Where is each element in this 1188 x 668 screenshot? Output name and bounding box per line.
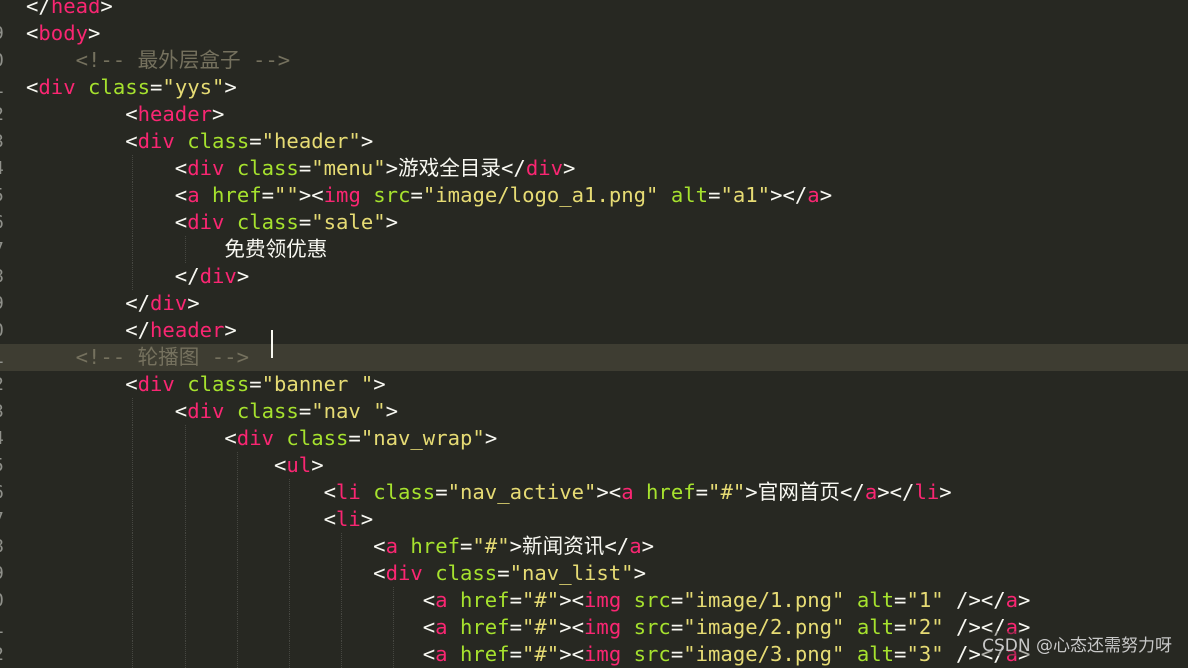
code-line[interactable]: 3 <div class="nav ">: [0, 398, 1188, 425]
code-line[interactable]: 1 <!-- 轮播图 -->: [0, 344, 1188, 371]
line-number: 4: [0, 425, 7, 452]
line-number: 1: [0, 344, 7, 371]
code-text: <li>: [26, 506, 373, 533]
code-line[interactable]: 0 <!-- 最外层盒子 -->: [0, 47, 1188, 74]
code-line[interactable]: 5 <ul>: [0, 452, 1188, 479]
watermark: CSDN @心态还需努力呀: [982, 631, 1172, 656]
code-text: <div class="nav_wrap">: [26, 425, 497, 452]
line-number: 3: [0, 128, 7, 155]
line-number: 5: [0, 182, 7, 209]
code-text: <a href="#"><img src="image/2.png" alt="…: [26, 614, 1030, 641]
code-line[interactable]: 8 </div>: [0, 263, 1188, 290]
code-line[interactable]: 9 <body>: [0, 20, 1188, 47]
code-text: <div class="nav_list">: [26, 560, 646, 587]
line-number: 4: [0, 155, 7, 182]
code-line[interactable]: 7 免费领优惠: [0, 236, 1188, 263]
line-number: 6: [0, 479, 7, 506]
code-text: <a href="#">新闻资讯</a>: [26, 533, 654, 560]
code-line[interactable]: 4 <div class="nav_wrap">: [0, 425, 1188, 452]
code-line[interactable]: 6 <div class="sale">: [0, 209, 1188, 236]
code-line[interactable]: 2 <div class="banner ">: [0, 371, 1188, 398]
code-line[interactable]: </head>: [0, 0, 1188, 20]
code-text: </head>: [26, 0, 113, 20]
code-text: <ul>: [26, 452, 324, 479]
code-line[interactable]: 5 <a href=""><img src="image/logo_a1.png…: [0, 182, 1188, 209]
code-text: <a href="#"><img src="image/1.png" alt="…: [26, 587, 1030, 614]
code-line[interactable]: 0 </header>: [0, 317, 1188, 344]
code-line[interactable]: 6 <li class="nav_active"><a href="#">官网首…: [0, 479, 1188, 506]
line-number: 8: [0, 263, 7, 290]
code-text: <li class="nav_active"><a href="#">官网首页<…: [26, 479, 952, 506]
code-line[interactable]: 1 <div class="yys">: [0, 74, 1188, 101]
code-line[interactable]: 4 <div class="menu">游戏全目录</div>: [0, 155, 1188, 182]
line-number: 1: [0, 74, 7, 101]
line-number: 1: [0, 614, 7, 641]
code-text: <!-- 轮播图 -->: [26, 344, 249, 371]
code-line[interactable]: 0 <a href="#"><img src="image/1.png" alt…: [0, 587, 1188, 614]
code-line[interactable]: 9 <div class="nav_list">: [0, 560, 1188, 587]
code-text: </div>: [26, 263, 249, 290]
line-number: 5: [0, 452, 7, 479]
code-text: <div class="header">: [26, 128, 373, 155]
line-number: 0: [0, 587, 7, 614]
code-text: <div class="nav ">: [26, 398, 398, 425]
line-number: 7: [0, 506, 7, 533]
code-text: </header>: [26, 317, 237, 344]
code-text: <div class="banner ">: [26, 371, 386, 398]
text-cursor: [271, 330, 273, 358]
line-number: 3: [0, 398, 7, 425]
line-number: 7: [0, 236, 7, 263]
code-text: <div class="yys">: [26, 74, 237, 101]
line-number: 2: [0, 371, 7, 398]
line-number: 9: [0, 560, 7, 587]
code-text: <a href=""><img src="image/logo_a1.png" …: [26, 182, 832, 209]
line-number: 6: [0, 209, 7, 236]
line-number: 9: [0, 290, 7, 317]
code-line[interactable]: 7 <li>: [0, 506, 1188, 533]
code-text: <!-- 最外层盒子 -->: [26, 47, 290, 74]
code-text: <body>: [26, 20, 100, 47]
code-text: </div>: [26, 290, 200, 317]
code-text: <div class="sale">: [26, 209, 398, 236]
code-line[interactable]: 8 <a href="#">新闻资讯</a>: [0, 533, 1188, 560]
line-number: 8: [0, 533, 7, 560]
code-text: 免费领优惠: [26, 236, 327, 263]
code-line[interactable]: 9 </div>: [0, 290, 1188, 317]
code-line[interactable]: 3 <div class="header">: [0, 128, 1188, 155]
code-text: <div class="menu">游戏全目录</div>: [26, 155, 575, 182]
line-number: 9: [0, 20, 7, 47]
line-number: 0: [0, 317, 7, 344]
code-editor[interactable]: </head>9<body>0 <!-- 最外层盒子 -->1<div clas…: [0, 0, 1188, 664]
line-number: 0: [0, 47, 7, 74]
code-text: <header>: [26, 101, 224, 128]
line-number: 2: [0, 101, 7, 128]
code-line[interactable]: 2 <header>: [0, 101, 1188, 128]
